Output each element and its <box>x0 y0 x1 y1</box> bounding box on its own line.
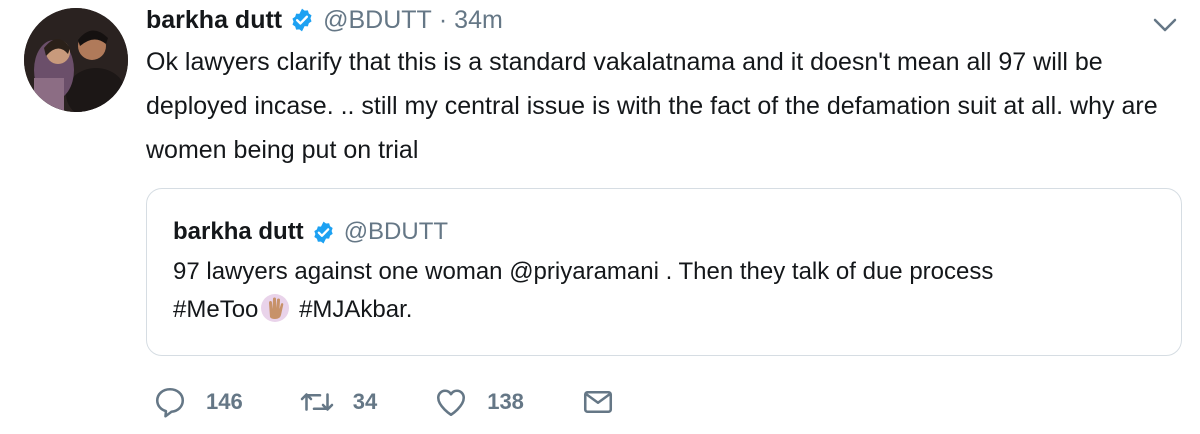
tweet-timestamp[interactable]: 34m <box>454 6 503 35</box>
raised-hand-emoji-icon <box>261 294 290 322</box>
like-count: 138 <box>487 389 524 414</box>
hashtag-mjakbar[interactable]: #MJAkbar. <box>299 296 412 323</box>
direct-message-button[interactable] <box>580 384 616 420</box>
reply-button[interactable]: 146 <box>152 384 243 420</box>
verified-badge-icon <box>314 221 333 243</box>
hashtag-metoo[interactable]: #MeToo <box>173 296 258 323</box>
author-name[interactable]: barkha dutt <box>146 6 282 35</box>
tweet-text: Ok lawyers clarify that this is a standa… <box>146 48 1158 164</box>
quoted-author-handle: @BDUTT <box>343 218 449 245</box>
quoted-tweet-header: barkha dutt @BDUTT <box>173 216 448 248</box>
avatar-photo <box>24 8 128 112</box>
author-avatar[interactable] <box>24 8 128 112</box>
quoted-author-name: barkha dutt <box>173 218 304 245</box>
quoted-tweet[interactable]: barkha dutt @BDUTT 97 lawyers against on… <box>146 188 1182 356</box>
tweet-actions: 146 34 138 <box>152 384 672 420</box>
separator-dot: · <box>438 5 448 34</box>
chevron-down-icon[interactable] <box>1150 10 1180 40</box>
tweet-header: barkha dutt @BDUTT · 34m <box>146 2 503 38</box>
quoted-tweet-text: 97 lawyers against one woman @priyaraman… <box>173 253 1163 329</box>
heart-icon <box>437 389 466 417</box>
verified-badge-icon <box>292 8 312 32</box>
retweet-count: 34 <box>352 389 378 414</box>
quoted-text-main: 97 lawyers against one woman @priyaraman… <box>173 258 994 285</box>
like-button[interactable]: 138 <box>433 384 524 420</box>
retweet-icon <box>300 393 333 411</box>
author-handle[interactable]: @BDUTT <box>323 6 432 35</box>
reply-count: 146 <box>206 389 243 414</box>
envelope-icon <box>583 390 612 414</box>
retweet-button[interactable]: 34 <box>299 384 377 420</box>
reply-icon <box>155 387 185 418</box>
